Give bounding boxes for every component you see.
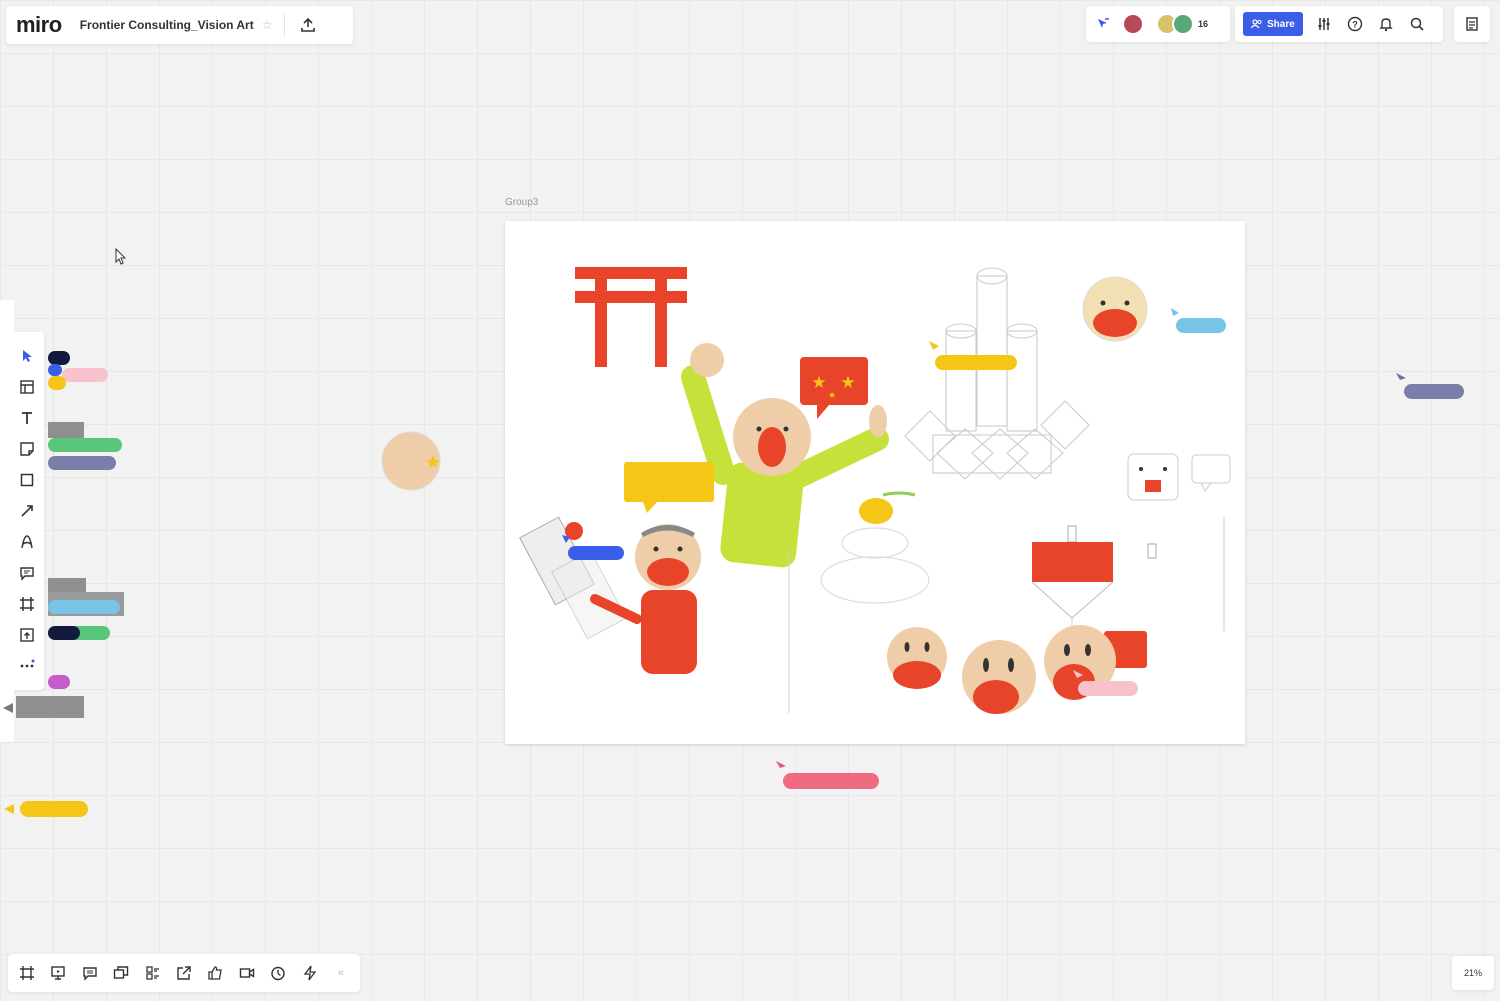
search-icon[interactable] (1406, 13, 1428, 35)
cursor-label (48, 456, 116, 470)
collaborator-cursor (1396, 373, 1464, 399)
cursor-label (48, 578, 86, 594)
activity-icon[interactable] (299, 962, 321, 984)
svg-text:★: ★ (840, 373, 855, 393)
zoom-level[interactable]: 21% (1452, 956, 1494, 990)
mouse-cursor-icon (115, 248, 127, 265)
users-icon (1251, 19, 1262, 29)
cursor-label (16, 696, 84, 718)
video-icon[interactable] (236, 962, 258, 984)
help-icon[interactable]: ? (1344, 13, 1366, 35)
cursor-label (48, 675, 70, 689)
face-shape (962, 640, 1036, 714)
export-board-icon[interactable] (173, 962, 195, 984)
vision-art-frame[interactable]: ★ ★ ★ (505, 221, 1245, 744)
presentation-icon[interactable] (47, 962, 69, 984)
face-shape (1044, 625, 1147, 700)
yellow-speech-bubble (624, 462, 714, 513)
bell-icon[interactable] (1375, 13, 1397, 35)
avatar[interactable] (1122, 13, 1144, 35)
star-icon[interactable]: ☆ (262, 18, 273, 32)
frame-label[interactable]: Group3 (505, 197, 538, 208)
box-face-shape (1127, 453, 1179, 501)
divider (284, 14, 286, 36)
comment-list-icon[interactable] (79, 962, 101, 984)
collaborator-count[interactable]: 16 (1198, 19, 1208, 29)
collaborator-cursor (776, 761, 879, 789)
notes-panel-icon (1461, 13, 1483, 35)
cursor-label (48, 422, 84, 438)
collapse-icon[interactable]: « (330, 962, 352, 984)
artwork: ★ ★ ★ (519, 267, 1231, 714)
notes-panel-button[interactable] (1454, 6, 1490, 42)
svg-text:★: ★ (811, 373, 826, 393)
empty-speech-bubble (1191, 454, 1231, 492)
grey-haired-figure (635, 524, 701, 674)
cursor-label (62, 368, 108, 382)
svg-text:?: ? (1352, 20, 1358, 30)
cursor-label (48, 376, 66, 390)
settings-sliders-icon[interactable] (1313, 13, 1335, 35)
share-button[interactable]: Share (1243, 12, 1303, 36)
collaborators-bar: 16 (1086, 6, 1230, 42)
timer-icon[interactable] (267, 962, 289, 984)
cursor-label (48, 438, 122, 452)
torii-gate-shape (575, 267, 687, 367)
offscreen-frame-edge (0, 300, 14, 742)
voting-icon[interactable] (204, 962, 226, 984)
cursor-follow-icon[interactable] (1092, 13, 1114, 35)
offscreen-canvas-objects (0, 300, 124, 742)
cursor-label (48, 351, 70, 365)
cursor-label (48, 364, 62, 376)
board-title[interactable]: Frontier Consulting_Vision Art (80, 18, 254, 32)
cards-icon[interactable] (142, 962, 164, 984)
star-speech-bubble: ★ ★ ★ (800, 357, 868, 419)
collaboration-toolbar: « (8, 954, 360, 992)
cursor-label (48, 626, 80, 640)
kagami-mochi-shape (820, 491, 930, 604)
face-shape (1082, 276, 1148, 342)
collaborator-cursor (929, 341, 1017, 370)
collaborator-cursor (4, 801, 88, 817)
share-label: Share (1267, 18, 1295, 30)
skin-circle-shape[interactable] (379, 429, 443, 493)
collaborator-cursor (1171, 308, 1226, 333)
screen-share-icon[interactable] (110, 962, 132, 984)
frames-icon[interactable] (16, 962, 38, 984)
miro-logo[interactable]: miro (16, 12, 62, 38)
outline-structure (904, 267, 1090, 480)
face-shape (887, 627, 947, 689)
cursor-label (48, 600, 120, 614)
board-actions: Share ? (1235, 6, 1443, 42)
export-icon[interactable] (297, 14, 319, 36)
svg-text:★: ★ (828, 391, 836, 401)
avatar[interactable] (1172, 13, 1194, 35)
paper-sign-shape (519, 516, 642, 640)
board-header: miro Frontier Consulting_Vision Art ☆ (6, 6, 353, 44)
